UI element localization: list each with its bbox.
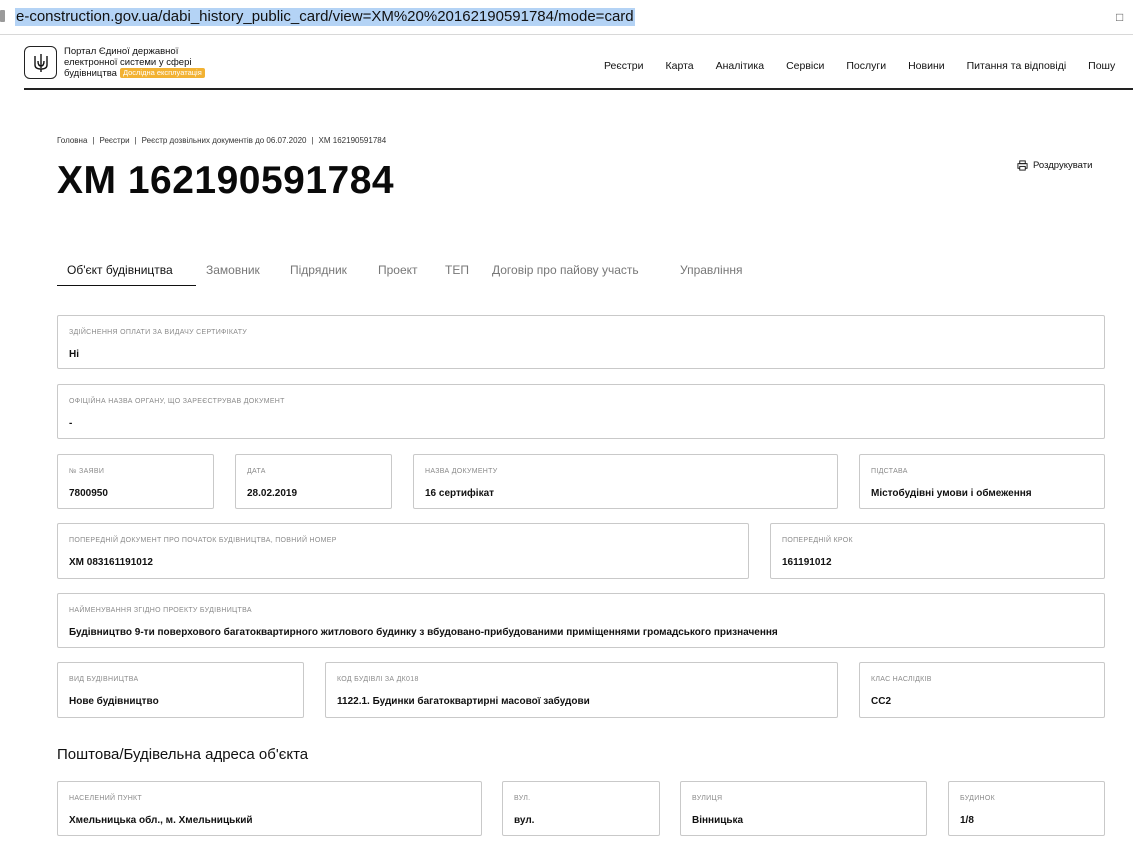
field-label: КОД БУДІВЛІ ЗА ДК018 xyxy=(337,676,419,683)
field-value: 161191012 xyxy=(782,557,832,568)
nav-item-news[interactable]: Новини xyxy=(908,60,945,72)
field-street: ВУЛИЦЯ Вінницька xyxy=(680,781,927,836)
field-label: НАЙМЕНУВАННЯ ЗГІДНО ПРОЕКТУ БУДІВНИЦТВА xyxy=(69,607,252,614)
trident-logo-icon[interactable] xyxy=(24,46,57,79)
field-label: ПОПЕРЕДНІЙ ДОКУМЕНТ ПРО ПОЧАТОК БУДІВНИЦ… xyxy=(69,537,337,544)
browser-url-bar[interactable]: e-construction.gov.ua/dabi_history_publi… xyxy=(0,0,1133,35)
field-value: 28.02.2019 xyxy=(247,488,298,499)
print-button[interactable]: Роздрукувати xyxy=(1017,160,1092,171)
field-value: Містобудівні умови і обмеження xyxy=(871,488,1032,499)
breadcrumb-permit-registry[interactable]: Реєстр дозвільних документів до 06.07.20… xyxy=(142,136,307,145)
field-street-type: ВУЛ. вул. xyxy=(502,781,660,836)
field-value: Хмельницька обл., м. Хмельницький xyxy=(69,815,253,826)
breadcrumb-current: ХМ 162190591784 xyxy=(318,136,387,145)
address-section-title: Поштова/Будівельна адреса об'єкта xyxy=(57,746,309,763)
field-label: БУДИНОК xyxy=(960,795,996,802)
field-label: ЗДІЙСНЕННЯ ОПЛАТИ ЗА ВИДАЧУ СЕРТИФІКАТУ xyxy=(69,329,248,336)
tab-customer[interactable]: Замовник xyxy=(206,256,260,286)
field-construction-type: ВИД БУДІВНИЦТВА Нове будівництво xyxy=(57,662,304,718)
page-title: ХМ 162190591784 xyxy=(57,159,395,202)
breadcrumb-registers[interactable]: Реєстри xyxy=(99,136,129,145)
lock-icon xyxy=(0,10,5,22)
portal-name-line2: електронної системи у сфері xyxy=(64,57,192,68)
field-value: вул. xyxy=(514,815,535,826)
printer-icon xyxy=(1017,160,1028,171)
field-value: ХМ 083161191012 xyxy=(69,557,153,568)
breadcrumb-home[interactable]: Головна xyxy=(57,136,87,145)
field-value: 7800950 xyxy=(69,488,108,499)
site-header: Портал Єдиної державної електронної сист… xyxy=(24,40,1133,90)
field-label: ОФІЦІЙНА НАЗВА ОРГАНУ, ЩО ЗАРЕЄСТРУВАВ Д… xyxy=(69,398,285,405)
field-date: ДАТА 28.02.2019 xyxy=(235,454,392,509)
field-value: Нове будівництво xyxy=(69,696,159,707)
field-label: ВУЛ. xyxy=(514,795,531,802)
portal-name-line3: будівництва xyxy=(64,68,117,79)
field-house-number: БУДИНОК 1/8 xyxy=(948,781,1105,836)
field-application-number: № ЗАЯВИ 7800950 xyxy=(57,454,214,509)
tab-shared-participation-agreement[interactable]: Договір про пайову участь xyxy=(492,256,639,286)
portal-name-line1: Портал Єдиної державної xyxy=(64,46,179,57)
nav-item-offerings[interactable]: Послуги xyxy=(846,60,886,72)
field-payment: ЗДІЙСНЕННЯ ОПЛАТИ ЗА ВИДАЧУ СЕРТИФІКАТУ … xyxy=(57,315,1105,369)
field-consequence-class: КЛАС НАСЛІДКІВ СС2 xyxy=(859,662,1105,718)
field-value: 1/8 xyxy=(960,815,974,826)
portal-name[interactable]: Портал Єдиної державної електронної сист… xyxy=(64,46,234,79)
breadcrumb: Головна | Реєстри | Реєстр дозвільних докуме… xyxy=(57,136,386,145)
field-label: ПОПЕРЕДНІЙ КРОК xyxy=(782,537,853,544)
field-document-name: НАЗВА ДОКУМЕНТУ 16 сертифікат xyxy=(413,454,838,509)
field-label: НАЗВА ДОКУМЕНТУ xyxy=(425,468,498,475)
breadcrumb-separator: | xyxy=(92,136,95,145)
field-value: Будівництво 9-ти поверхового багатокварт… xyxy=(69,627,778,638)
nav-item-registers[interactable]: Реєстри xyxy=(604,60,644,72)
window-icon[interactable]: □ xyxy=(1116,10,1123,24)
nav-item-services[interactable]: Сервіси xyxy=(786,60,824,72)
tab-management[interactable]: Управління xyxy=(680,256,742,286)
tab-project[interactable]: Проект xyxy=(378,256,418,286)
print-label: Роздрукувати xyxy=(1033,160,1093,171)
field-label: ВИД БУДІВНИЦТВА xyxy=(69,676,139,683)
field-label: НАСЕЛЕНИЙ ПУНКТ xyxy=(69,795,143,802)
field-value: СС2 xyxy=(871,696,892,707)
tab-contractor[interactable]: Підрядник xyxy=(290,256,347,286)
field-authority: ОФІЦІЙНА НАЗВА ОРГАНУ, ЩО ЗАРЕЄСТРУВАВ Д… xyxy=(57,384,1105,439)
field-previous-document: ПОПЕРЕДНІЙ ДОКУМЕНТ ПРО ПОЧАТОК БУДІВНИЦ… xyxy=(57,523,749,579)
tab-tep[interactable]: ТЕП xyxy=(445,256,469,286)
beta-badge: Дослідна експлуатація xyxy=(119,68,205,78)
field-value: 16 сертифікат xyxy=(425,488,495,499)
field-locality: НАСЕЛЕНИЙ ПУНКТ Хмельницька обл., м. Хме… xyxy=(57,781,482,836)
field-label: КЛАС НАСЛІДКІВ xyxy=(871,676,932,683)
field-previous-step: ПОПЕРЕДНІЙ КРОК 161191012 xyxy=(770,523,1105,579)
field-building-code: КОД БУДІВЛІ ЗА ДК018 1122.1. Будинки баг… xyxy=(325,662,838,718)
field-label: ПІДСТАВА xyxy=(871,468,908,475)
nav-item-search[interactable]: Пошу xyxy=(1088,60,1115,72)
field-basis: ПІДСТАВА Містобудівні умови і обмеження xyxy=(859,454,1105,509)
field-label: ДАТА xyxy=(247,468,266,475)
field-label: ВУЛИЦЯ xyxy=(692,795,723,802)
breadcrumb-separator: | xyxy=(134,136,137,145)
field-value: 1122.1. Будинки багатоквартирні масової … xyxy=(337,696,590,707)
breadcrumb-separator: | xyxy=(311,136,314,145)
field-value: - xyxy=(69,418,73,429)
field-project-name: НАЙМЕНУВАННЯ ЗГІДНО ПРОЕКТУ БУДІВНИЦТВА … xyxy=(57,593,1105,648)
nav-item-faq[interactable]: Питання та відповіді xyxy=(967,60,1067,72)
nav-item-map[interactable]: Карта xyxy=(666,60,694,72)
field-value: Ні xyxy=(69,349,79,360)
main-nav: Реєстри Карта Аналітика Сервіси Послуги Новин… xyxy=(604,56,1133,74)
url-text[interactable]: e-construction.gov.ua/dabi_history_publi… xyxy=(15,8,635,26)
tab-construction-object[interactable]: Об'єкт будівництва xyxy=(57,256,196,286)
field-label: № ЗАЯВИ xyxy=(69,468,105,475)
nav-item-analytics[interactable]: Аналітика xyxy=(716,60,764,72)
field-value: Вінницька xyxy=(692,815,744,826)
